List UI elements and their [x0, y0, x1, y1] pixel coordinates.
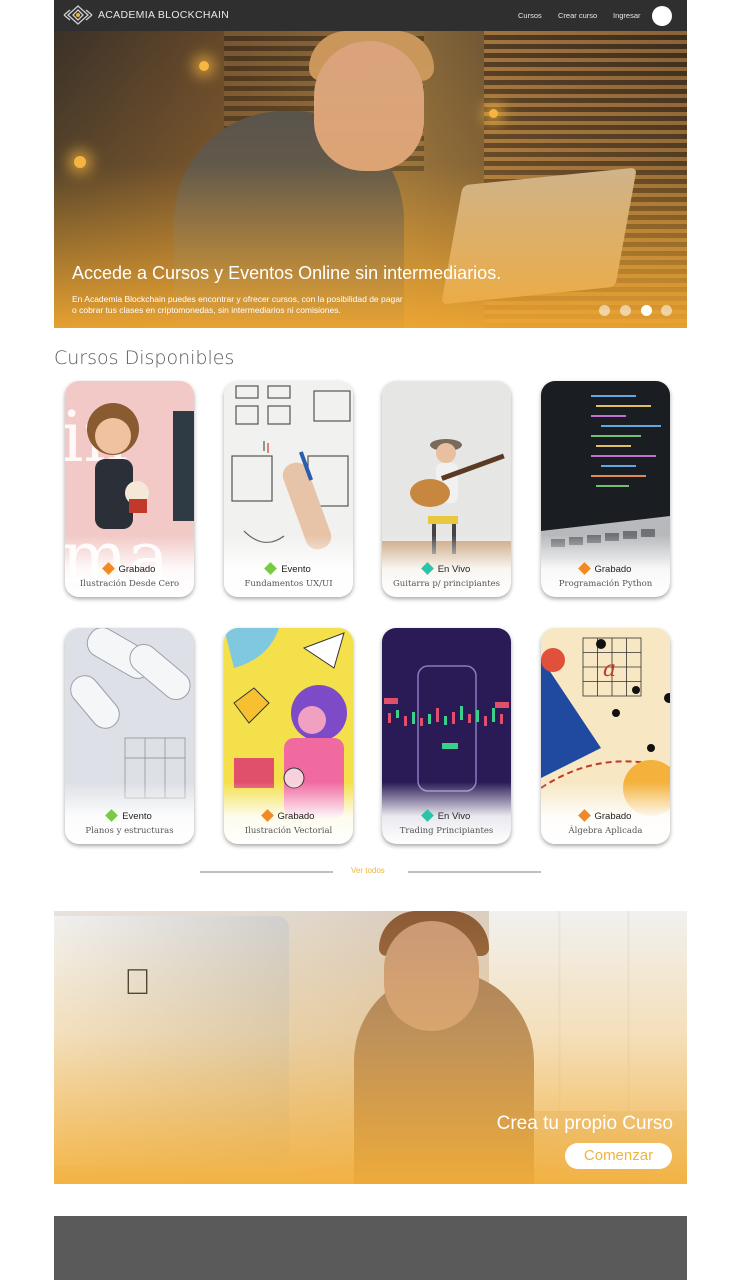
- course-type: Grabado: [277, 811, 315, 822]
- brand-name[interactable]: ACADEMIA BLOCKCHAIN: [98, 9, 229, 21]
- hero-subtitle: En Academia Blockchain puedes encontrar …: [72, 294, 492, 316]
- course-title: Ilustración Desde Cero: [79, 579, 180, 589]
- course-type: Grabado: [594, 811, 632, 822]
- course-type: En Vivo: [437, 811, 471, 822]
- carousel-dot-2[interactable]: [620, 305, 631, 316]
- diamond-icon: [101, 562, 115, 575]
- course-title: Programación Python: [558, 579, 653, 589]
- carousel-dot-4[interactable]: [661, 305, 672, 316]
- avatar[interactable]: [652, 6, 672, 26]
- course-card[interactable]: in ma Grabado Ilustración Desde Cero: [65, 381, 194, 597]
- course-type-badge: Grabado: [224, 809, 353, 822]
- hero-subtitle-line: En Academia Blockchain puedes encontrar …: [72, 294, 403, 304]
- section-title: Cursos Disponibles: [54, 347, 235, 369]
- course-type: Evento: [122, 811, 152, 822]
- footer: [54, 1216, 687, 1280]
- diamond-icon: [260, 809, 274, 822]
- diamond-icon: [577, 809, 591, 822]
- course-title: Planos y estructuras: [85, 826, 174, 836]
- logo-icon[interactable]: [62, 4, 94, 26]
- nav-link-cursos[interactable]: Cursos: [518, 11, 542, 20]
- nav-link-crear-curso[interactable]: Crear curso: [558, 11, 597, 20]
- ver-todos-link[interactable]: Ver todos: [351, 866, 385, 875]
- course-type-badge: En Vivo: [382, 562, 511, 575]
- comenzar-button[interactable]: Comenzar: [565, 1143, 672, 1169]
- course-type-badge: Grabado: [65, 562, 194, 575]
- hero-subtitle-line: o cobrar tus clases en criptomonedas, si…: [72, 305, 341, 315]
- course-type-badge: Grabado: [541, 809, 670, 822]
- course-card[interactable]: En Vivo Trading Principiantes: [382, 628, 511, 844]
- diamond-icon: [420, 809, 434, 822]
- course-type-badge: Grabado: [541, 562, 670, 575]
- course-type: En Vivo: [437, 564, 471, 575]
- course-type-badge: En Vivo: [382, 809, 511, 822]
- diamond-icon: [420, 562, 434, 575]
- nav-link-ingresar[interactable]: Ingresar: [613, 11, 641, 20]
- course-type-badge: Evento: [224, 562, 353, 575]
- course-card[interactable]: Evento Planos y estructuras: [65, 628, 194, 844]
- course-title: Fundamentos UX/UI: [244, 579, 333, 589]
- course-title: Trading Principiantes: [399, 826, 494, 836]
- divider-right: [408, 871, 541, 873]
- course-card[interactable]: Grabado Programación Python: [541, 381, 670, 597]
- carousel-dot-1[interactable]: [599, 305, 610, 316]
- course-title: Ilustración Vectorial: [244, 826, 333, 836]
- diamond-icon: [264, 562, 278, 575]
- course-title: Álgebra Aplicada: [568, 826, 643, 836]
- course-type: Evento: [281, 564, 311, 575]
- course-type: Grabado: [118, 564, 156, 575]
- course-type-badge: Evento: [65, 809, 194, 822]
- course-card[interactable]: Evento Fundamentos UX/UI: [224, 381, 353, 597]
- hero-banner: Accede a Cursos y Eventos Online sin int…: [54, 31, 687, 328]
- hero-title: Accede a Cursos y Eventos Online sin int…: [72, 263, 502, 283]
- cta-title: Crea tu propio Curso: [496, 1113, 673, 1134]
- diamond-icon: [105, 809, 119, 822]
- diamond-icon: [577, 562, 591, 575]
- course-card[interactable]: En Vivo Guitarra p/ principiantes: [382, 381, 511, 597]
- course-card[interactable]: a Grabado Álgebra Aplicada: [541, 628, 670, 844]
- top-nav: ACADEMIA BLOCKCHAIN Cursos Crear curso I…: [54, 0, 687, 31]
- svg-text:a: a: [603, 657, 616, 682]
- course-card[interactable]: Grabado Ilustración Vectorial: [224, 628, 353, 844]
- carousel-dot-3[interactable]: [641, 305, 652, 316]
- create-course-banner:  Crea tu propio Curso Comenzar: [54, 911, 687, 1184]
- divider-left: [200, 871, 333, 873]
- course-type: Grabado: [594, 564, 632, 575]
- course-title: Guitarra p/ principiantes: [392, 579, 501, 589]
